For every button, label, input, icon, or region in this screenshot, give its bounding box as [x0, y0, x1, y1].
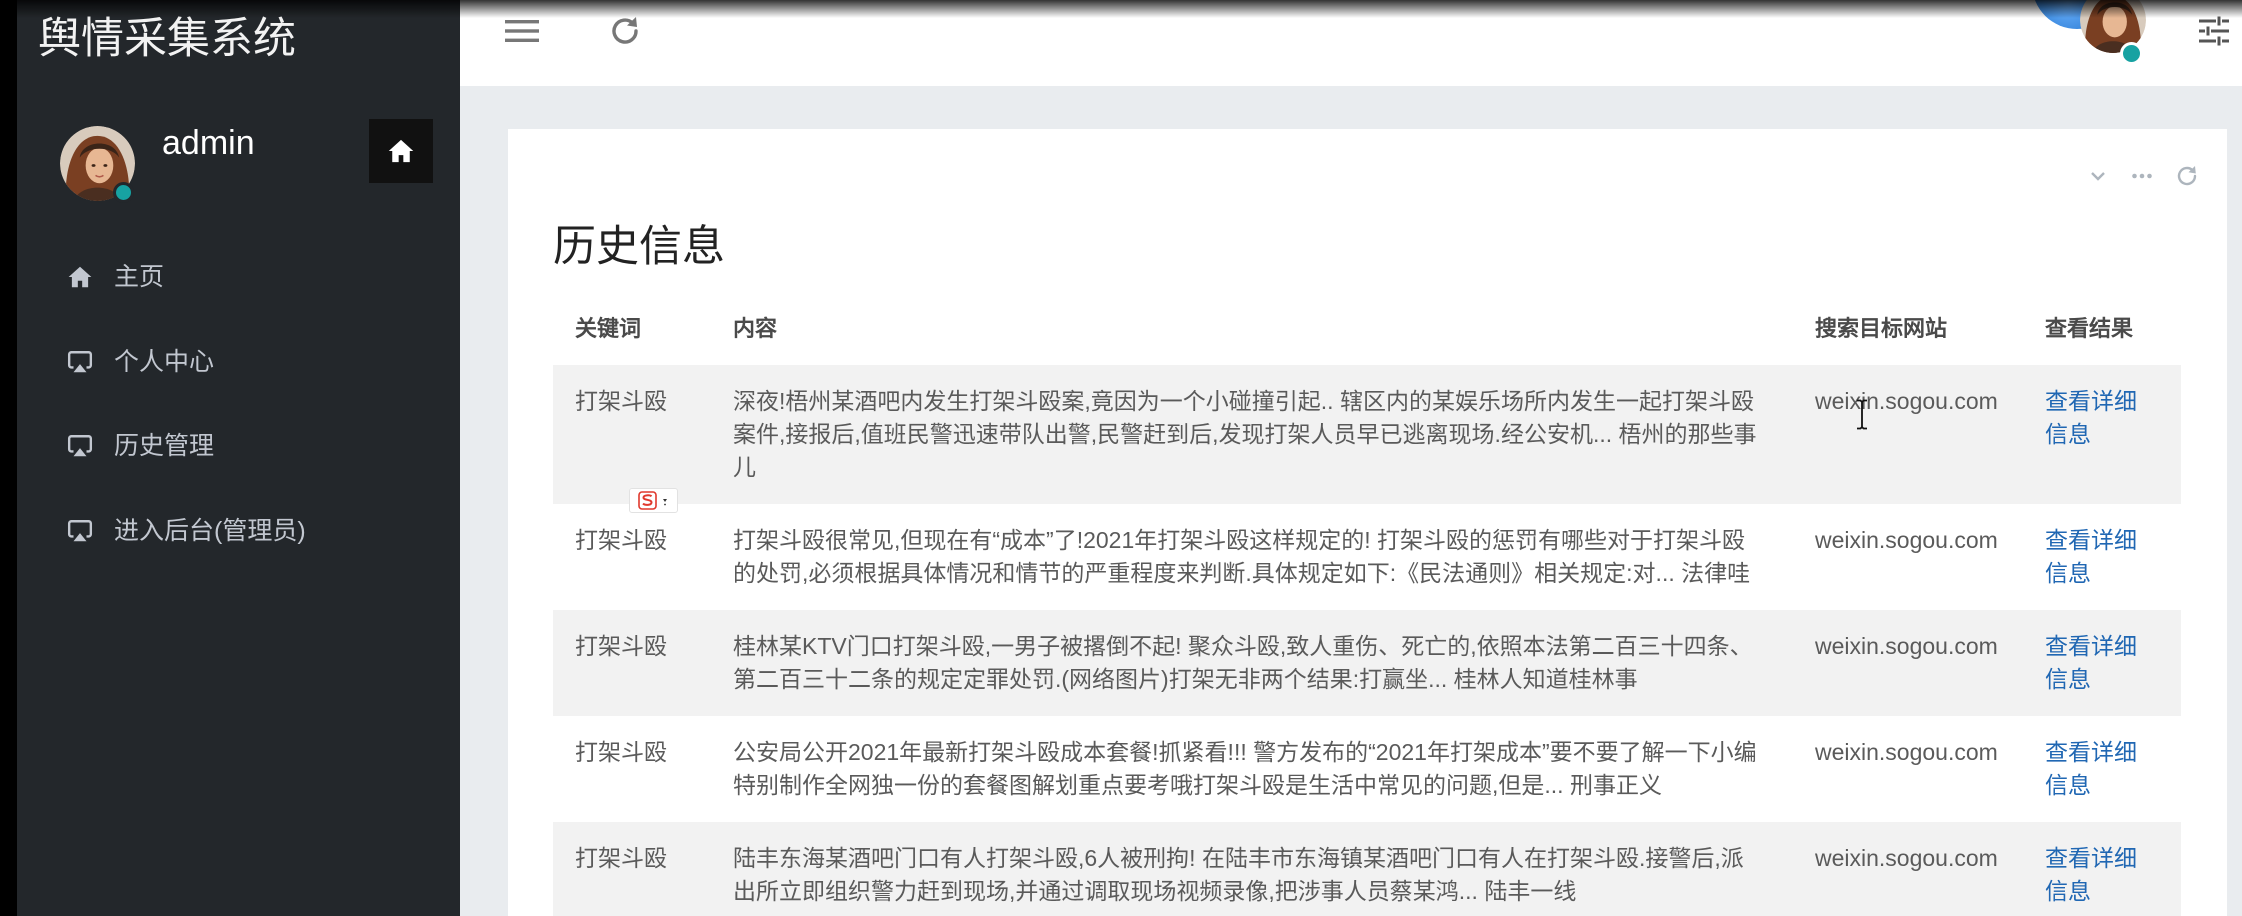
- sidebar-item-home[interactable]: 主页: [17, 235, 460, 320]
- refresh-icon[interactable]: [2173, 162, 2201, 190]
- home-button[interactable]: [369, 119, 433, 183]
- column-header-result: 查看结果: [2045, 316, 2134, 341]
- column-header-site: 搜索目标网站: [1815, 316, 1948, 341]
- site-cell: weixin.sogou.com: [1815, 388, 1998, 414]
- content-cell: 陆丰东海某酒吧门口有人打架斗殴,6人被刑拘! 在陆丰市东海镇某酒吧门口有人在打架…: [733, 845, 1744, 904]
- online-status-dot: [113, 182, 134, 203]
- sidebar: 舆情采集系统 admin 主页 个人中心 历史管理 进入后台(管理员): [17, 0, 460, 916]
- view-detail-link[interactable]: 查看详细信息: [2045, 527, 2137, 586]
- content-cell: 公安局公开2021年最新打架斗殴成本套餐!抓紧看!!! 警方发布的“2021年打…: [733, 739, 1757, 798]
- app-title: 舆情采集系统: [38, 15, 296, 63]
- site-cell: weixin.sogou.com: [1815, 739, 1998, 765]
- online-status-dot: [2120, 42, 2143, 65]
- i-beam-cursor-icon: [1855, 399, 1869, 430]
- result-cell: 查看详细信息: [2023, 504, 2181, 610]
- column-header-content: 内容: [733, 316, 778, 341]
- result-cell: 查看详细信息: [2023, 610, 2181, 716]
- sidebar-item-label: 进入后台(管理员): [114, 516, 306, 545]
- keyword-cell: 打架斗殴: [575, 388, 667, 414]
- history-table: 关键词 内容 搜索目标网站 查看结果 打架斗殴 深夜!梧州某酒吧内发生打架斗殴案…: [553, 292, 2181, 916]
- sidebar-item-admin[interactable]: 进入后台(管理员): [17, 489, 460, 574]
- result-cell: 查看详细信息: [2023, 716, 2181, 822]
- view-detail-link[interactable]: 查看详细信息: [2045, 388, 2137, 447]
- column-header-keyword: 关键词: [575, 316, 642, 341]
- history-card: 历史信息 关键词 内容 搜索目标网站 查看结果 打架斗殴 深夜!梧州某酒吧内发生…: [508, 129, 2227, 916]
- left-screen-edge: [0, 0, 17, 916]
- site-cell: weixin.sogou.com: [1815, 633, 1998, 659]
- sogou-ime-icon: [630, 489, 677, 512]
- keyword-cell: 打架斗殴: [575, 527, 667, 553]
- sidebar-item-label: 个人中心: [114, 347, 215, 376]
- content-cell: 深夜!梧州某酒吧内发生打架斗殴案,竟因为一个小碰撞引起.. 辖区内的某娱乐场所内…: [733, 388, 1757, 480]
- user-name: admin: [162, 124, 255, 162]
- page-title: 历史信息: [553, 223, 725, 271]
- sogou-ime-toolbar[interactable]: [629, 488, 678, 513]
- home-icon: [67, 264, 93, 290]
- table-row: 打架斗殴 公安局公开2021年最新打架斗殴成本套餐!抓紧看!!! 警方发布的“2…: [553, 716, 2181, 822]
- home-icon: [387, 137, 415, 165]
- sidebar-item-history[interactable]: 历史管理: [17, 404, 460, 489]
- ellipsis-icon[interactable]: [2128, 162, 2156, 190]
- view-detail-link[interactable]: 查看详细信息: [2045, 845, 2137, 904]
- top-navbar: [460, 0, 2242, 86]
- site-cell: weixin.sogou.com: [1815, 845, 1998, 871]
- sidebar-item-label: 主页: [114, 263, 165, 291]
- site-cell: weixin.sogou.com: [1815, 527, 1998, 553]
- table-header-row: 关键词 内容 搜索目标网站 查看结果: [553, 292, 2181, 365]
- result-cell: 查看详细信息: [2023, 365, 2181, 504]
- sliders-icon[interactable]: [2196, 13, 2232, 49]
- sidebar-item-profile[interactable]: 个人中心: [17, 320, 460, 405]
- chevron-down-icon[interactable]: [2084, 162, 2112, 190]
- hamburger-icon[interactable]: [504, 13, 540, 49]
- table-row: 打架斗殴 深夜!梧州某酒吧内发生打架斗殴案,竟因为一个小碰撞引起.. 辖区内的某…: [553, 365, 2181, 504]
- view-detail-link[interactable]: 查看详细信息: [2045, 739, 2137, 798]
- airplay-icon: [67, 518, 93, 544]
- view-detail-link[interactable]: 查看详细信息: [2045, 633, 2137, 692]
- keyword-cell: 打架斗殴: [575, 633, 667, 659]
- content-cell: 桂林某KTV门口打架斗殴,一男子被撂倒不起! 聚众斗殴,致人重伤、死亡的,依照本…: [733, 633, 1753, 692]
- table-row: 打架斗殴 陆丰东海某酒吧门口有人打架斗殴,6人被刑拘! 在陆丰市东海镇某酒吧门口…: [553, 822, 2181, 916]
- result-cell: 查看详细信息: [2023, 822, 2181, 916]
- airplay-icon: [67, 433, 93, 459]
- keyword-cell: 打架斗殴: [575, 739, 667, 765]
- keyword-cell: 打架斗殴: [575, 845, 667, 871]
- table-row: 打架斗殴 桂林某KTV门口打架斗殴,一男子被撂倒不起! 聚众斗殴,致人重伤、死亡…: [553, 610, 2181, 716]
- table-row: 打架斗殴 打架斗殴很常见,但现在有“成本”了!2021年打架斗殴这样规定的! 打…: [553, 504, 2181, 610]
- refresh-icon[interactable]: [607, 13, 643, 49]
- airplay-icon: [67, 349, 93, 375]
- sidebar-menu: 主页 个人中心 历史管理 进入后台(管理员): [17, 235, 460, 573]
- content-cell: 打架斗殴很常见,但现在有“成本”了!2021年打架斗殴这样规定的! 打架斗殴的惩…: [733, 527, 1751, 586]
- sidebar-item-label: 历史管理: [114, 432, 215, 460]
